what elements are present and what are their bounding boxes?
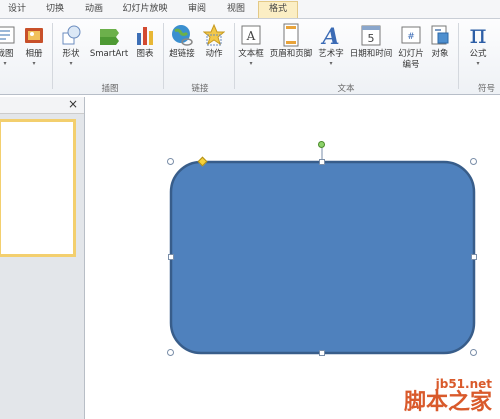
screenshot-label: 截图 <box>0 49 14 59</box>
date-time-label: 日期和时间 <box>349 49 393 59</box>
slides-panel: × <box>0 97 85 419</box>
tab-slideshow[interactable]: 幻灯片放映 <box>118 2 172 18</box>
group-divider <box>234 23 235 89</box>
watermark-name: 脚本之家 <box>403 390 492 415</box>
resize-handle-bottom-right[interactable] <box>470 349 477 356</box>
action-label: 动作 <box>205 49 223 59</box>
slide-number-icon: # <box>401 26 421 44</box>
action-button[interactable]: 动作 <box>200 21 228 60</box>
chevron-down-icon: ▾ <box>249 60 253 67</box>
globe-link-icon <box>172 25 193 46</box>
header-footer-label: 页眉和页脚 <box>269 49 313 59</box>
resize-handle-top-right[interactable] <box>470 158 477 165</box>
smartart-icon <box>100 29 119 45</box>
chevron-down-icon: ▾ <box>476 60 480 67</box>
chart-label: 图表 <box>136 49 154 59</box>
tab-design[interactable]: 设计 <box>4 2 30 18</box>
chevron-down-icon: ▾ <box>329 60 333 67</box>
watermark-site: jb51.net <box>435 377 492 391</box>
chart-button[interactable]: 图表 <box>132 21 158 60</box>
resize-handle-top[interactable] <box>319 159 325 165</box>
svg-text:#: # <box>407 32 415 42</box>
group-divider <box>52 23 53 89</box>
slide-thumbnail[interactable] <box>0 119 76 257</box>
hyperlink-button[interactable]: 超链接 <box>166 21 198 60</box>
ribbon: 截图 ▾ 相册 ▾ 形状 ▾ SmartArt 图表 超链接 动作 A 文本框 … <box>0 18 500 95</box>
rounded-rectangle-shape[interactable] <box>169 160 476 355</box>
watermark: jb51.net 脚本之家 <box>404 377 492 415</box>
group-label-links: 链接 <box>191 84 209 94</box>
shapes-button[interactable]: 形状 ▾ <box>58 21 84 68</box>
smartart-button[interactable]: SmartArt <box>88 21 130 60</box>
object-button[interactable]: 对象 <box>427 21 453 60</box>
textbox-button[interactable]: A 文本框 ▾ <box>236 21 266 68</box>
textbox-label: 文本框 <box>238 49 264 59</box>
slide-number-label-2: 编号 <box>402 60 420 70</box>
textbox-icon: A <box>241 25 261 45</box>
object-icon <box>431 25 449 45</box>
header-footer-button[interactable]: 页眉和页脚 <box>267 21 315 60</box>
ribbon-tab-bar: 设计 切换 动画 幻灯片放映 审阅 视图 格式 <box>0 0 500 18</box>
photo-album-icon <box>25 28 43 43</box>
close-icon[interactable]: × <box>68 97 78 112</box>
group-label-text: 文本 <box>337 84 355 94</box>
svg-text:A: A <box>320 24 339 47</box>
screenshot-button[interactable]: 截图 ▾ <box>0 21 18 68</box>
slides-panel-header: × <box>0 97 84 114</box>
smartart-label: SmartArt <box>89 49 129 59</box>
wordart-button[interactable]: A 艺术字 ▾ <box>316 21 346 68</box>
date-time-button[interactable]: 5 日期和时间 <box>346 21 396 60</box>
header-footer-icon <box>283 23 299 47</box>
tab-view[interactable]: 视图 <box>222 2 250 18</box>
group-divider <box>163 23 164 89</box>
screenshot-icon <box>0 26 15 44</box>
shapes-icon <box>62 25 81 45</box>
slide-number-label-1: 幻灯片 <box>398 49 424 59</box>
svg-text:5: 5 <box>368 32 375 45</box>
resize-handle-bottom-left[interactable] <box>167 349 174 356</box>
tab-animations[interactable]: 动画 <box>80 2 108 18</box>
photo-album-label: 相册 <box>25 49 43 59</box>
shapes-label: 形状 <box>62 49 80 59</box>
chevron-down-icon: ▾ <box>69 60 73 67</box>
group-label-symbols: 符号 <box>478 84 496 94</box>
photo-album-button[interactable]: 相册 ▾ <box>22 21 46 68</box>
resize-handle-right[interactable] <box>471 254 477 260</box>
pi-icon: π <box>469 20 487 50</box>
wordart-label: 艺术字 <box>318 49 344 59</box>
chevron-down-icon: ▾ <box>3 60 7 67</box>
object-label: 对象 <box>431 49 449 59</box>
slide-number-button[interactable]: # 幻灯片 编号 <box>396 21 426 71</box>
resize-handle-top-left[interactable] <box>167 158 174 165</box>
calendar-icon: 5 <box>361 25 381 46</box>
group-divider <box>458 23 459 89</box>
wordart-icon: A <box>320 24 339 47</box>
hyperlink-label: 超链接 <box>169 49 195 59</box>
chart-icon <box>137 27 153 45</box>
group-label-illustrations: 插图 <box>101 84 119 94</box>
chevron-down-icon: ▾ <box>32 60 36 67</box>
equation-button[interactable]: π 公式 ▾ <box>462 21 494 68</box>
resize-handle-bottom[interactable] <box>319 350 325 356</box>
equation-label: 公式 <box>469 49 487 59</box>
action-star-icon <box>203 23 225 46</box>
svg-text:A: A <box>246 29 256 43</box>
tab-review[interactable]: 审阅 <box>184 2 210 18</box>
rotation-handle[interactable] <box>318 141 325 148</box>
tab-format[interactable]: 格式 <box>258 1 298 18</box>
slide-drawing <box>169 148 476 355</box>
resize-handle-left[interactable] <box>168 254 174 260</box>
slide-canvas[interactable]: jb51.net 脚本之家 <box>85 97 500 419</box>
tab-transitions[interactable]: 切换 <box>42 2 68 18</box>
